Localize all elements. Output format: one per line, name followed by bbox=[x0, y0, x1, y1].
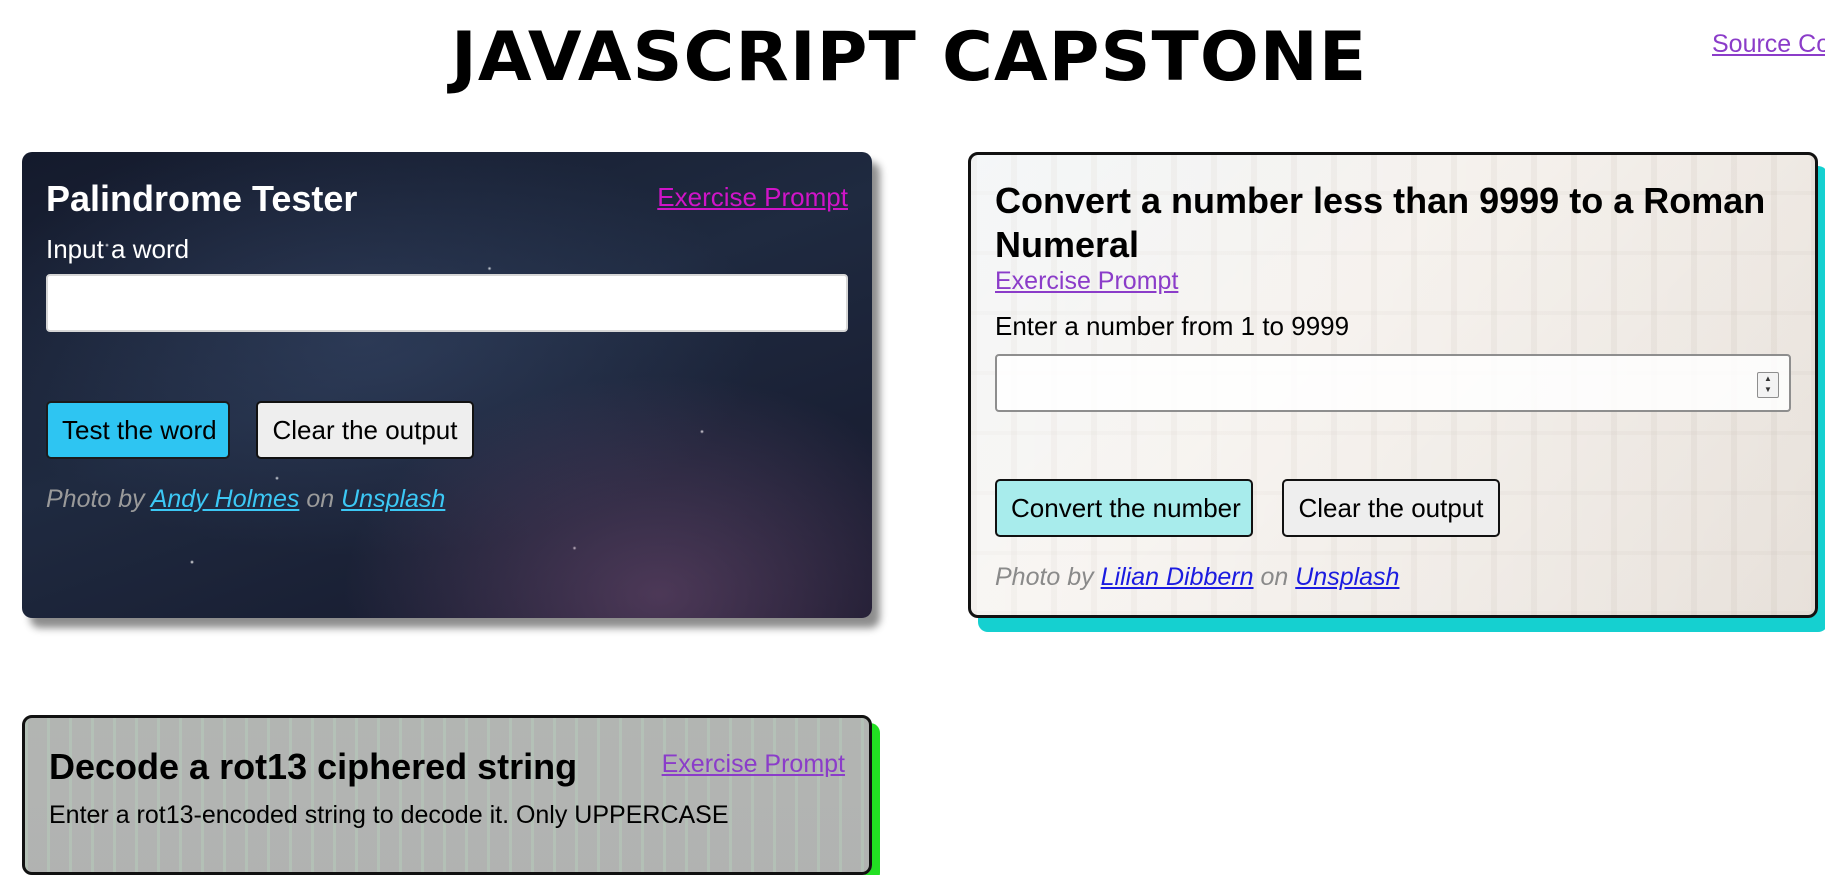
palindrome-exercise-prompt-link[interactable]: Exercise Prompt bbox=[657, 182, 848, 213]
roman-title: Convert a number less than 9999 to a Rom… bbox=[995, 180, 1766, 265]
test-word-button[interactable]: Test the word bbox=[46, 401, 230, 459]
palindrome-card: Palindrome Tester Exercise Prompt Input … bbox=[22, 152, 872, 618]
roman-input-label: Enter a number from 1 to 9999 bbox=[995, 311, 1350, 341]
rot13-input-label: Enter a rot13-encoded string to decode i… bbox=[49, 801, 729, 829]
credit-on: on bbox=[1260, 563, 1289, 591]
roman-number-input[interactable]: ▲ ▼ bbox=[995, 354, 1791, 412]
convert-number-button[interactable]: Convert the number bbox=[995, 479, 1253, 537]
roman-numeral-card: Convert a number less than 9999 to a Rom… bbox=[968, 152, 1818, 618]
roman-exercise-prompt-link[interactable]: Exercise Prompt bbox=[995, 267, 1178, 296]
credit-author-link[interactable]: Andy Holmes bbox=[151, 485, 300, 513]
source-code-link[interactable]: Source Co bbox=[1712, 30, 1825, 59]
credit-on: on bbox=[306, 485, 335, 513]
palindrome-title: Palindrome Tester bbox=[46, 178, 358, 219]
credit-prefix: Photo by bbox=[46, 485, 145, 513]
palindrome-clear-output-button[interactable]: Clear the output bbox=[256, 401, 474, 459]
site-title: JAVASCRIPT CAPSTONE bbox=[451, 18, 1368, 97]
palindrome-word-input[interactable] bbox=[46, 274, 848, 332]
rot13-card: Decode a rot13 ciphered string Exercise … bbox=[22, 715, 872, 875]
number-spinner-icon[interactable]: ▲ ▼ bbox=[1757, 372, 1779, 398]
credit-prefix: Photo by bbox=[995, 563, 1094, 591]
page-header: JAVASCRIPT CAPSTONE Source Co bbox=[0, 0, 1825, 120]
palindrome-input-label: Input a word bbox=[46, 234, 190, 264]
credit-site-link[interactable]: Unsplash bbox=[341, 485, 445, 513]
roman-clear-output-button[interactable]: Clear the output bbox=[1282, 479, 1500, 537]
rot13-exercise-prompt-link[interactable]: Exercise Prompt bbox=[662, 750, 845, 779]
credit-site-link[interactable]: Unsplash bbox=[1295, 563, 1399, 591]
credit-author-link[interactable]: Lilian Dibbern bbox=[1101, 563, 1254, 591]
palindrome-photo-credit: Photo by Andy Holmes on Unsplash bbox=[46, 485, 445, 514]
roman-photo-credit: Photo by Lilian Dibbern on Unsplash bbox=[995, 563, 1399, 592]
rot13-title: Decode a rot13 ciphered string bbox=[49, 746, 578, 787]
